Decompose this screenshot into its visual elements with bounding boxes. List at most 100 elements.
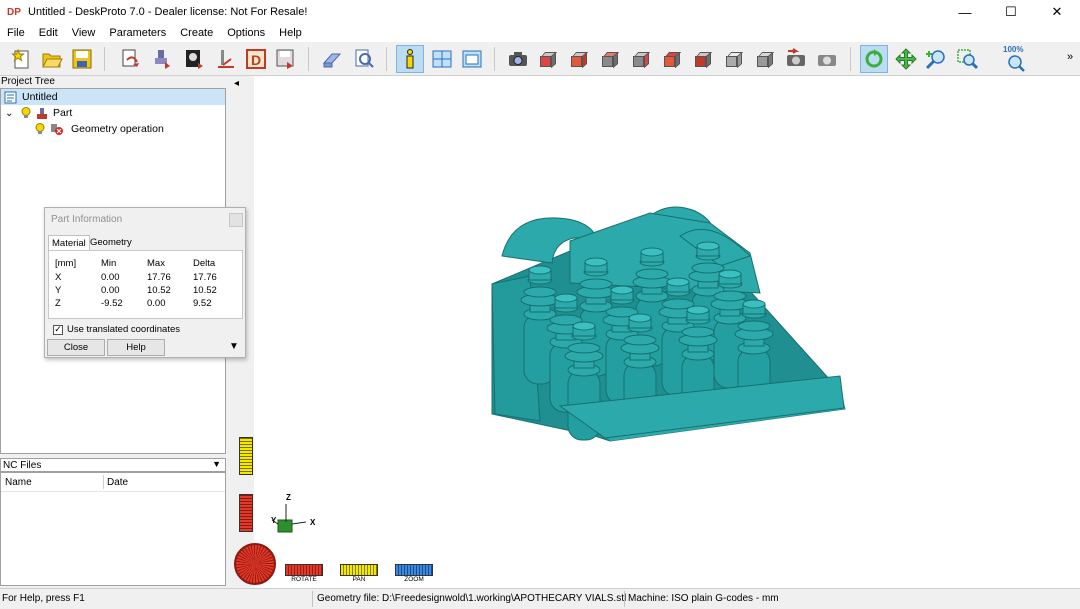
pan-nav-label: PAN (352, 576, 366, 583)
view-gray-button[interactable] (751, 45, 779, 73)
maximize-button[interactable]: ☐ (988, 0, 1034, 24)
view-bottom-button[interactable] (689, 45, 717, 73)
rotate-mode-button[interactable] (860, 45, 888, 73)
eraser-icon (322, 53, 342, 68)
view-front-icon (538, 50, 558, 69)
toolpath-icon (218, 50, 234, 68)
deskproto-logo-icon: DP (7, 6, 21, 18)
view-left-button[interactable] (596, 45, 624, 73)
axis-y-label: Y (271, 516, 277, 525)
main-toolbar: D 100% » (0, 42, 1080, 76)
next-view-button[interactable] (813, 45, 841, 73)
view-top-button[interactable] (658, 45, 686, 73)
new-project-button[interactable] (8, 45, 36, 73)
part-model-render (271, 206, 846, 533)
view-back-button[interactable] (565, 45, 593, 73)
save-disk-icon (72, 49, 92, 69)
zoom-nav-button[interactable] (395, 564, 433, 576)
rotate-dial[interactable] (234, 543, 276, 585)
next-view-icon (818, 55, 836, 66)
zoom-window-icon (957, 49, 978, 70)
close-window-button[interactable]: ✕ (1034, 0, 1080, 24)
dropdown-arrow-icon: ▼ (212, 459, 221, 469)
pan-wheel-vertical[interactable] (239, 437, 253, 475)
menu-edit[interactable]: Edit (32, 27, 65, 39)
nc-column-date[interactable]: Date (107, 477, 128, 488)
load-geometry-icon (122, 49, 139, 67)
tab-geometry[interactable]: Geometry (87, 235, 135, 250)
menu-bar: File Edit View Parameters Create Options… (0, 24, 1080, 42)
nc-files-list[interactable]: Name Date (0, 472, 226, 586)
zoom-fit-icon (1008, 55, 1025, 72)
zoom-nav-label: ZOOM (404, 576, 424, 583)
simulation-button[interactable] (318, 45, 346, 73)
zoom-100-button[interactable]: 100% (1000, 45, 1032, 73)
view-iso-button[interactable] (720, 45, 748, 73)
table-header-min: Min (101, 258, 117, 269)
open-project-button[interactable] (38, 45, 66, 73)
row-y-delta: 10.52 (193, 285, 217, 296)
menu-view[interactable]: View (65, 27, 103, 39)
tree-item-root[interactable]: Untitled (1, 89, 225, 105)
translated-coords-checkbox[interactable]: ✓ Use translated coordinates (53, 324, 180, 335)
view-right-icon (631, 50, 651, 69)
deskproto-operation-button[interactable]: D (242, 45, 270, 73)
view-window-button[interactable] (458, 45, 486, 73)
checkbox-check-icon[interactable]: ✓ (53, 324, 63, 335)
previous-view-button[interactable] (782, 45, 810, 73)
view-gray-icon (755, 50, 775, 69)
nc-files-header: NC Files (3, 460, 42, 471)
save-project-button[interactable] (68, 45, 96, 73)
collapse-panel-arrow-icon[interactable]: ◂ (234, 78, 239, 89)
toolbar-overflow-button[interactable]: » (1067, 51, 1073, 63)
import-part-button[interactable] (148, 45, 176, 73)
dialog-title: Part Information (51, 214, 123, 225)
nc-files-dropdown[interactable]: NC Files ▼ (0, 458, 226, 472)
tab-material[interactable]: Material (48, 235, 90, 250)
preview-button[interactable] (350, 45, 378, 73)
load-bitmap-button[interactable] (180, 45, 208, 73)
info-icon (406, 49, 414, 69)
view-right-button[interactable] (627, 45, 655, 73)
menu-file[interactable]: File (0, 27, 32, 39)
part-info-button[interactable] (396, 45, 424, 73)
row-z-delta: 9.52 (193, 298, 212, 309)
rotate-wheel-vertical[interactable] (239, 494, 253, 532)
nc-column-name[interactable]: Name (5, 477, 32, 488)
save-nc-button[interactable] (272, 45, 300, 73)
status-help-text: For Help, press F1 (2, 593, 85, 604)
tree-operation-label: Geometry operation (71, 123, 164, 135)
zoom-mode-button[interactable] (922, 45, 950, 73)
help-button[interactable]: Help (107, 339, 165, 356)
menu-options[interactable]: Options (220, 27, 272, 39)
close-button[interactable]: Close (47, 339, 105, 356)
view-left-icon (600, 50, 620, 69)
3d-viewport[interactable]: Z X Y ROTATE PAN ZOOM (230, 76, 1080, 588)
rotate-nav-button[interactable] (285, 564, 323, 576)
toolpath-button[interactable] (212, 45, 240, 73)
menu-help[interactable]: Help (272, 27, 309, 39)
project-tree-header: Project Tree (1, 76, 227, 88)
tree-part-label: Part (53, 107, 73, 119)
axis-z-label: Z (286, 493, 291, 502)
camera-view-button[interactable] (504, 45, 532, 73)
part-import-icon (155, 50, 170, 69)
load-geometry-button[interactable] (116, 45, 144, 73)
layout-button[interactable] (428, 45, 456, 73)
zoom-window-button[interactable] (953, 45, 981, 73)
menu-parameters[interactable]: Parameters (102, 27, 173, 39)
pan-nav-button[interactable] (340, 564, 378, 576)
row-z-axis: Z (55, 298, 61, 309)
dialog-close-x-button[interactable] (229, 213, 243, 227)
table-header-unit: [mm] (55, 258, 77, 269)
expand-dialog-arrow-icon[interactable]: ▼ (229, 341, 239, 352)
tree-item-part[interactable]: ⌄ Part (5, 105, 72, 121)
minimize-button[interactable]: — (942, 0, 988, 24)
menu-create[interactable]: Create (173, 27, 220, 39)
expand-chevron-icon[interactable]: ⌄ (5, 108, 15, 119)
pan-mode-button[interactable] (892, 45, 920, 73)
tree-item-geometry-operation[interactable]: Geometry operation (35, 121, 164, 137)
window-layout-icon (432, 50, 452, 68)
view-front-button[interactable] (534, 45, 562, 73)
row-z-min: -9.52 (101, 298, 123, 309)
